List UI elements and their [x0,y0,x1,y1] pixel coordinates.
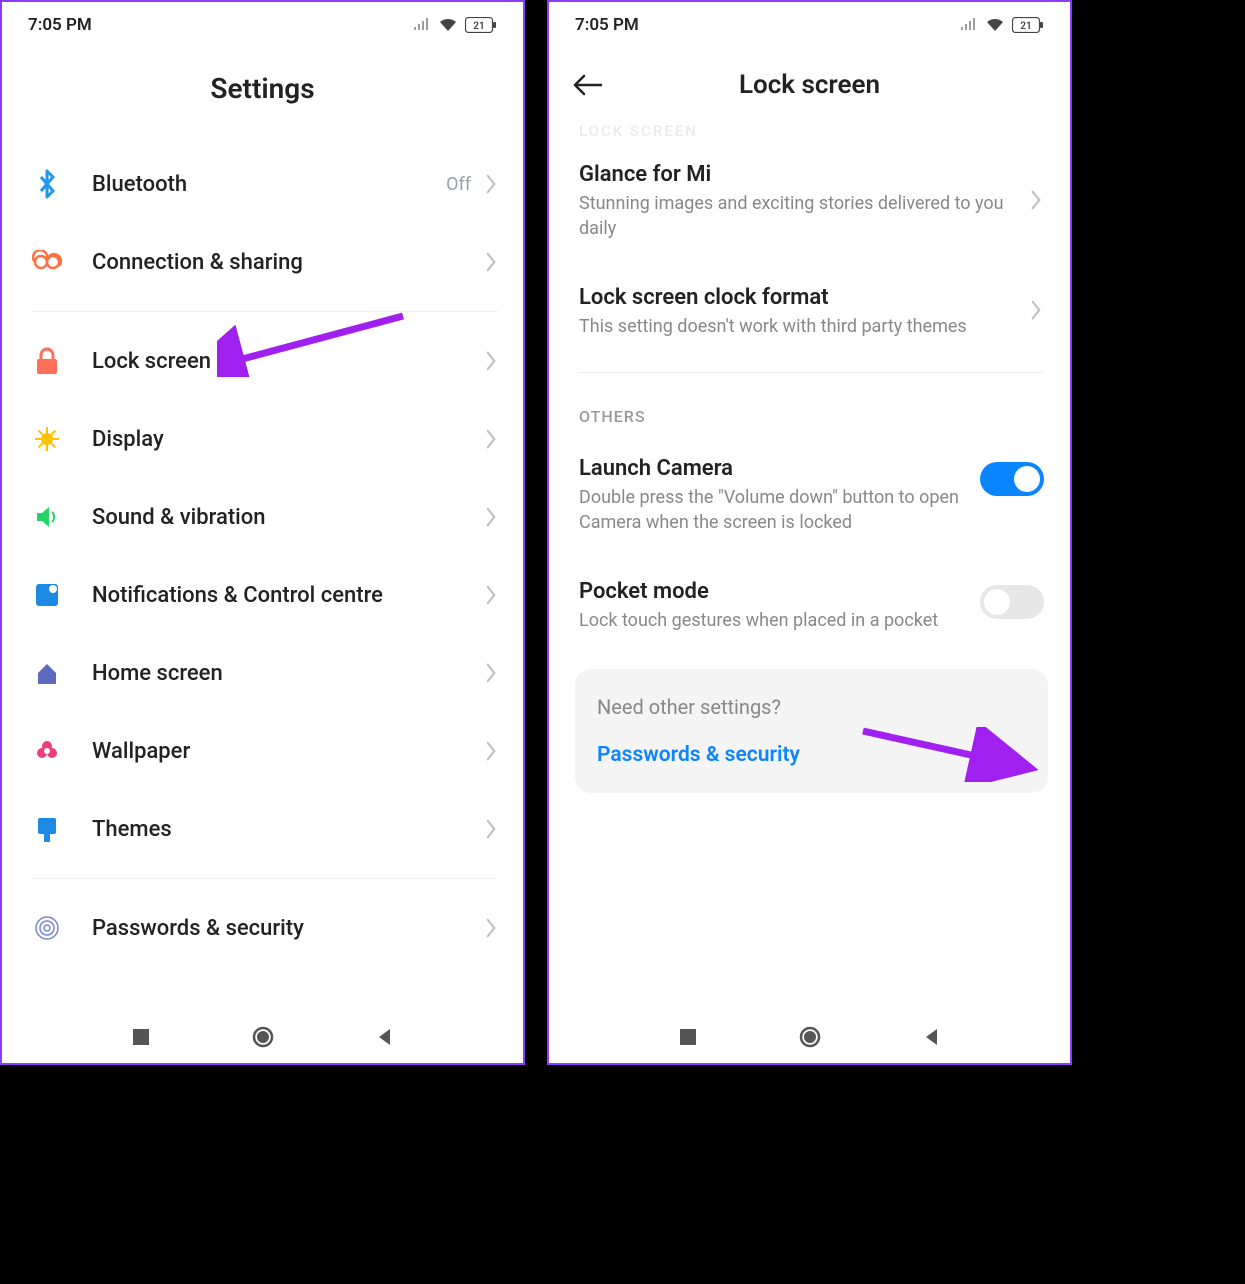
fingerprint-icon [30,911,64,945]
nav-back-icon[interactable] [921,1026,943,1048]
phone-left-settings: 7:05 PM 21 Settings Bluetooth Off Connec… [0,0,525,1065]
chevron-right-icon [483,663,499,683]
section-header-lockscreen: LOCK SCREEN [559,110,1064,140]
row-label: Connection & sharing [92,250,483,275]
sun-icon [30,422,64,456]
signal-icon [413,18,431,32]
wifi-icon [986,18,1004,32]
status-icons: 21 [413,17,497,33]
chevron-right-icon [483,351,499,371]
item-title: Pocket mode [579,579,968,604]
row-lock-screen[interactable]: Lock screen [12,322,517,400]
item-launch-camera[interactable]: Launch Camera Double press the "Volume d… [559,434,1064,557]
nav-bar [2,1011,523,1063]
svg-text:21: 21 [1020,21,1031,32]
item-title: Launch Camera [579,456,968,481]
lock-icon [30,344,64,378]
page-title: Lock screen [603,70,1016,100]
nav-recents-icon[interactable] [130,1026,152,1048]
phone-right-lockscreen: 7:05 PM 21 Lock screen LOCK SCREEN Glanc… [547,0,1072,1065]
row-label: Notifications & Control centre [92,583,483,608]
row-bluetooth[interactable]: Bluetooth Off [12,145,517,223]
item-pocket-mode[interactable]: Pocket mode Lock touch gestures when pla… [559,557,1064,655]
theme-icon [30,812,64,846]
chevron-right-icon [1028,300,1044,320]
row-home-screen[interactable]: Home screen [12,634,517,712]
chevron-right-icon [483,741,499,761]
item-desc: Double press the "Volume down" button to… [579,485,968,535]
notif-icon [30,578,64,612]
row-label: Display [92,427,483,452]
svg-text:21: 21 [473,21,484,32]
chevron-right-icon [483,585,499,605]
item-title: Lock screen clock format [579,285,1016,310]
status-time: 7:05 PM [28,15,92,35]
settings-list: Bluetooth Off Connection & sharing Lock … [2,145,523,1011]
nav-home-icon[interactable] [799,1026,821,1048]
toggle-pocket-mode[interactable] [980,585,1044,619]
row-display[interactable]: Display [12,400,517,478]
row-connection-sharing[interactable]: Connection & sharing [12,223,517,301]
nav-recents-icon[interactable] [677,1026,699,1048]
status-bar: 7:05 PM 21 [2,2,523,48]
nav-back-icon[interactable] [374,1026,396,1048]
toggle-launch-camera[interactable] [980,462,1044,496]
link-passwords-security[interactable]: Passwords & security [597,743,1026,767]
item-lock-screen-clock-format[interactable]: Lock screen clock format This setting do… [559,263,1064,361]
flower-icon [30,734,64,768]
row-label: Home screen [92,661,483,686]
chevron-right-icon [483,918,499,938]
nav-home-icon[interactable] [252,1026,274,1048]
divider [32,878,497,879]
status-icons: 21 [960,17,1044,33]
divider [579,372,1044,373]
battery-icon: 21 [465,17,497,33]
speaker-icon [30,500,64,534]
wifi-icon [439,18,457,32]
home-icon [30,656,64,690]
row-label: Sound & vibration [92,505,483,530]
header: Lock screen [549,48,1070,110]
row-notifications-control-centre[interactable]: Notifications & Control centre [12,556,517,634]
chevron-right-icon [483,819,499,839]
row-label: Passwords & security [92,916,483,941]
chevron-right-icon [483,174,499,194]
link-icon [30,245,64,279]
status-bar: 7:05 PM 21 [549,2,1070,48]
back-icon[interactable] [573,74,603,96]
lockscreen-settings: LOCK SCREEN Glance for Mi Stunning image… [549,110,1070,1011]
row-themes[interactable]: Themes [12,790,517,868]
row-label: Themes [92,817,483,842]
item-glance-for-mi[interactable]: Glance for Mi Stunning images and exciti… [559,140,1064,263]
chevron-right-icon [483,507,499,527]
page-title-area: Settings [2,48,523,145]
row-passwords-security[interactable]: Passwords & security [12,889,517,967]
chevron-right-icon [483,429,499,449]
row-label: Lock screen [92,349,483,374]
link-box-title: Need other settings? [597,695,1026,719]
item-desc: This setting doesn't work with third par… [579,314,1016,339]
item-desc: Lock touch gestures when placed in a poc… [579,608,968,633]
status-time: 7:05 PM [575,15,639,35]
row-sound-vibration[interactable]: Sound & vibration [12,478,517,556]
row-wallpaper[interactable]: Wallpaper [12,712,517,790]
nav-bar [549,1011,1070,1063]
battery-icon: 21 [1012,17,1044,33]
divider [32,311,497,312]
link-box: Need other settings? Passwords & securit… [575,669,1048,793]
page-title: Settings [210,72,314,105]
signal-icon [960,18,978,32]
bluetooth-icon [30,167,64,201]
chevron-right-icon [1028,190,1044,210]
chevron-right-icon [483,252,499,272]
row-label: Wallpaper [92,739,483,764]
row-label: Bluetooth [92,172,446,197]
section-header-others: OTHERS [559,383,1064,434]
row-value: Off [446,174,471,195]
item-desc: Stunning images and exciting stories del… [579,191,1016,241]
item-title: Glance for Mi [579,162,1016,187]
